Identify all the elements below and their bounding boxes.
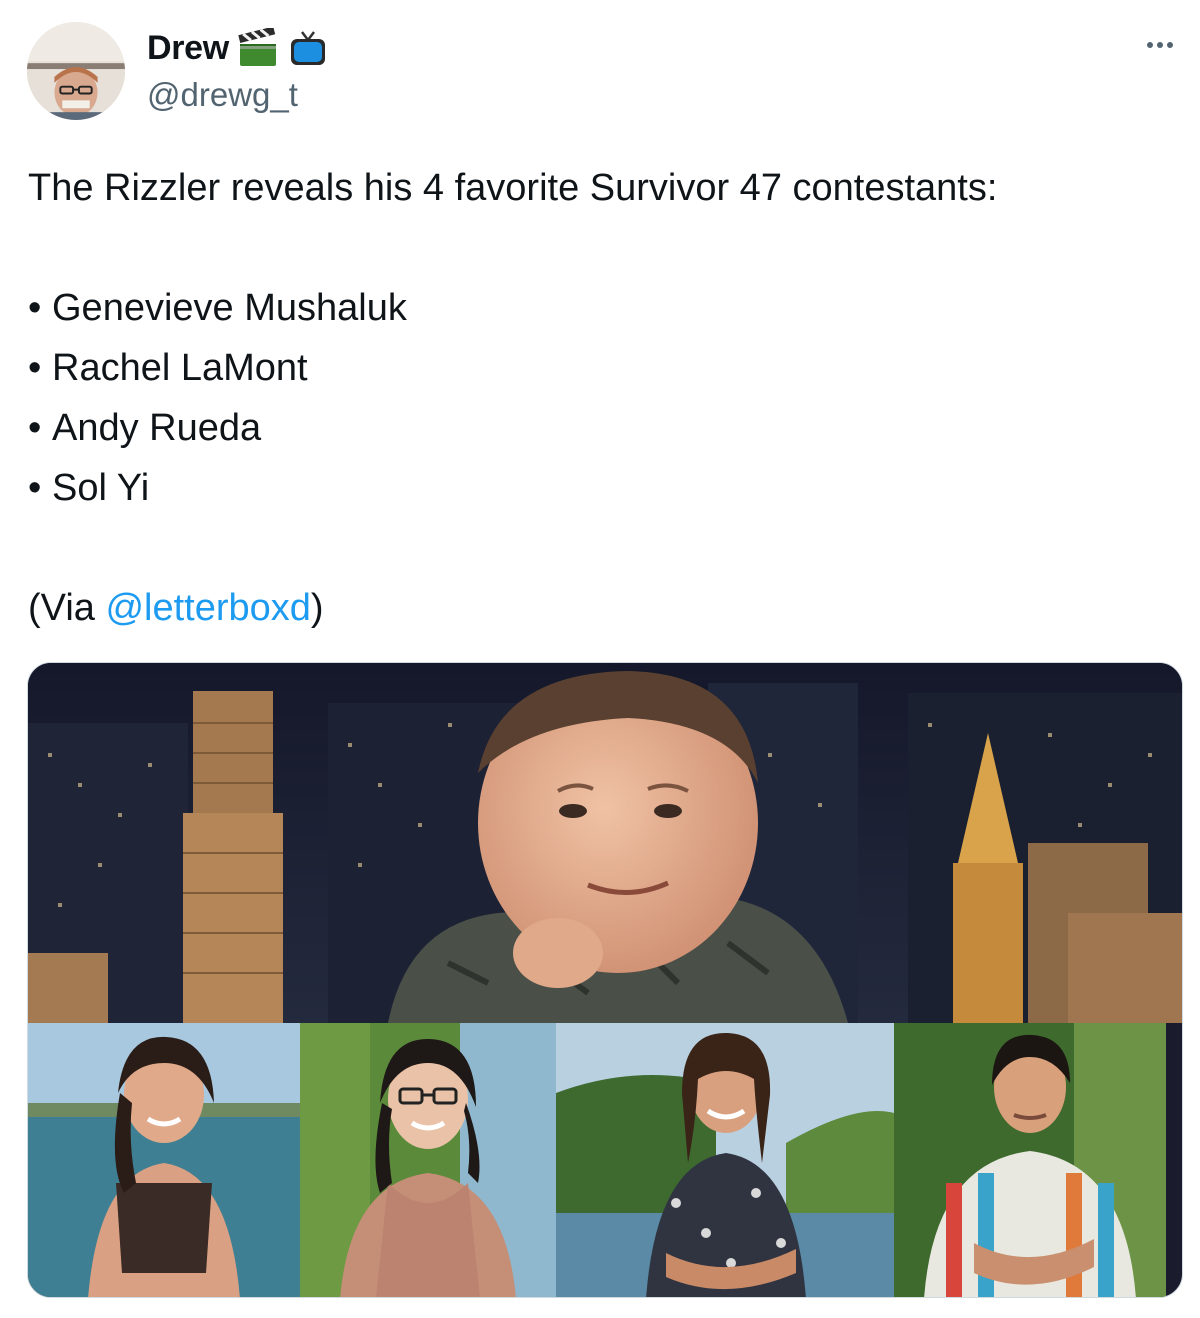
more-options-button[interactable] xyxy=(1140,30,1180,60)
list-item: • Andy Rueda xyxy=(28,407,262,449)
avatar[interactable] xyxy=(27,22,125,120)
dot-icon xyxy=(1147,42,1153,48)
name-row: Drew xyxy=(147,28,329,68)
tweet-text: The Rizzler reveals his 4 favorite Survi… xyxy=(28,158,1168,638)
via-line: (Via @letterboxd) xyxy=(28,587,324,629)
avatar-photo xyxy=(27,22,125,120)
mention-link[interactable]: @letterboxd xyxy=(105,587,310,629)
display-name[interactable]: Drew xyxy=(147,29,229,68)
contestant-photo xyxy=(556,1023,894,1297)
tweet-media[interactable] xyxy=(27,662,1183,1298)
dot-icon xyxy=(1167,42,1173,48)
contestant-photo xyxy=(894,1023,1166,1297)
list-item: • Sol Yi xyxy=(28,467,150,509)
tweet-intro: The Rizzler reveals his 4 favorite Survi… xyxy=(28,167,998,209)
contestant-photo xyxy=(28,1023,300,1297)
list-item: • Genevieve Mushaluk xyxy=(28,287,407,329)
list-item: • Rachel LaMont xyxy=(28,347,308,389)
hero-photo xyxy=(28,663,1182,1023)
television-icon xyxy=(287,28,329,68)
dot-icon xyxy=(1157,42,1163,48)
clapper-board-icon xyxy=(237,28,279,68)
handle[interactable]: @drewg_t xyxy=(147,76,298,114)
tweet: Drew @drewg_t The Rizzler reveals his 4 … xyxy=(0,0,1200,1318)
contestant-photo xyxy=(300,1023,556,1297)
